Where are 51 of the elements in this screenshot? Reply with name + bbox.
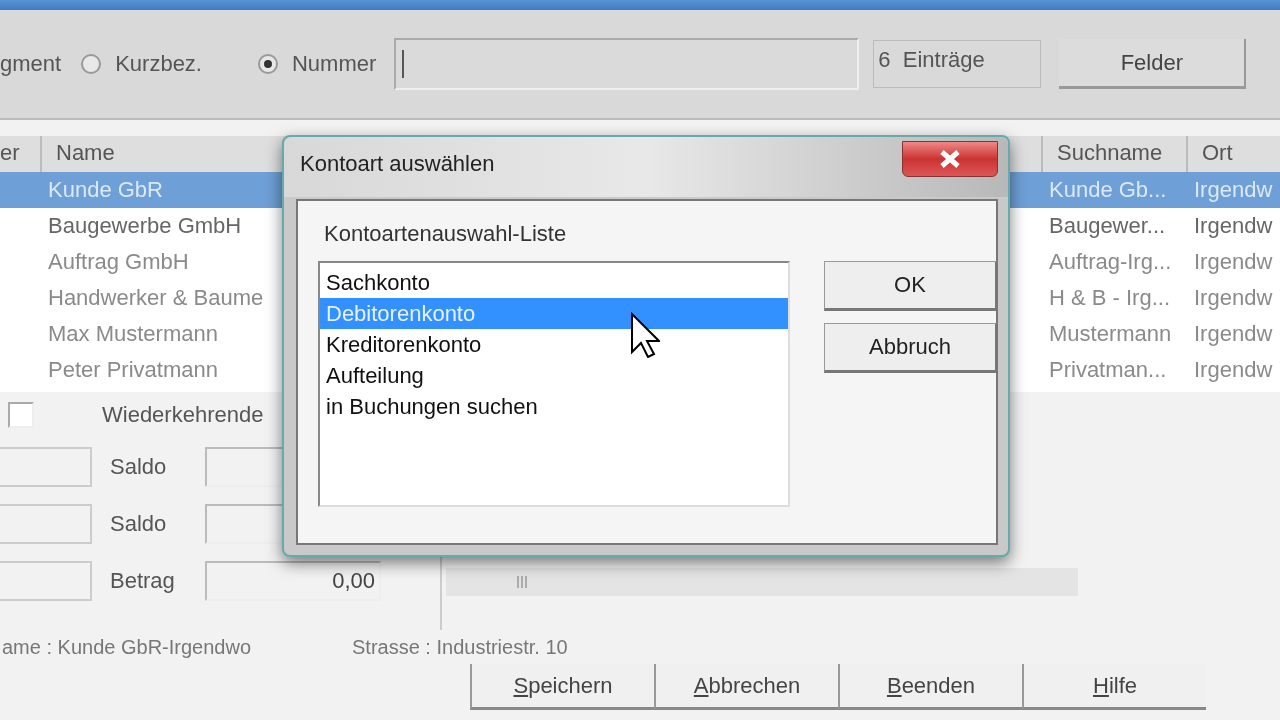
radio-label[interactable]: Kurzbez. [115, 51, 202, 77]
table-cell-text: Irgendw [1193, 177, 1274, 202]
action-button[interactable]: Beenden [838, 664, 1022, 710]
field-label: Saldo [109, 453, 168, 480]
cursor-icon [630, 312, 660, 358]
radio-label[interactable]: Nummer [292, 51, 377, 77]
entry-count: 6 Einträge [873, 40, 1042, 88]
table-cell-text: Kunde Gb... [1048, 177, 1168, 202]
action-button[interactable]: Speichern [470, 664, 654, 710]
column-header[interactable]: Ort [1188, 136, 1280, 172]
table-cell-text: Baugewer... [1048, 213, 1167, 238]
input-field[interactable] [0, 560, 92, 601]
fields-button[interactable]: Felder [1059, 39, 1247, 89]
input-field[interactable]: 0,00 [205, 560, 381, 601]
radio-button[interactable] [81, 54, 102, 74]
list-item[interactable]: Kreditorenkonto [320, 329, 788, 360]
table-cell-text: Irgendw [1193, 285, 1274, 310]
action-button[interactable]: Hilfe [1022, 664, 1206, 710]
close-icon[interactable] [938, 148, 962, 170]
radio-label[interactable]: gment [0, 51, 62, 77]
table-cell-text: Irgendw [1193, 321, 1274, 346]
input-field[interactable] [0, 446, 92, 487]
table-cell-text: Handwerker & Baume [47, 285, 265, 310]
field-label: Betrag [109, 567, 176, 594]
action-button[interactable]: Abbrechen [654, 664, 838, 710]
input-field[interactable] [0, 503, 92, 544]
table-cell-text: Auftrag GmbH [47, 249, 190, 274]
status-text: Strasse : Industriestr. 10 [352, 635, 568, 659]
status-text: ame : Kunde GbR-Irgendwo [1, 635, 253, 659]
table-cell-text: Mustermann [1048, 321, 1173, 346]
table-cell-text: Privatman... [1048, 357, 1168, 382]
table-cell-text: H & B - Irg... [1048, 285, 1172, 310]
number-field[interactable] [394, 38, 860, 90]
radio-button[interactable] [258, 54, 278, 74]
list-item[interactable]: Aufteilung [320, 360, 788, 391]
dialog-button[interactable]: OK [824, 261, 998, 311]
dialog-title: Kontoart auswählen [300, 151, 495, 177]
table-cell-text: Irgendw [1193, 249, 1274, 274]
list-box[interactable]: Sachkonto Debitorenkonto Kreditorenkonto Aufteilung in Buchungen suchen [318, 261, 790, 507]
list-label: Kontoartenauswahl-Liste [324, 221, 567, 247]
close-button[interactable] [902, 141, 998, 177]
table-cell-text: Auftrag-Irg... [1048, 249, 1173, 274]
checkbox-label[interactable]: Wiederkehrende [102, 402, 264, 428]
list-item[interactable]: in Buchungen suchen [320, 391, 788, 422]
dialog-button[interactable]: Abbruch [824, 323, 998, 373]
table-cell-text: Irgendw [1193, 357, 1274, 382]
list-item[interactable]: Sachkonto [320, 267, 788, 298]
checkbox[interactable] [8, 402, 34, 428]
table-cell-text: Irgendw [1193, 213, 1274, 238]
table-cell-text: Kunde GbR [47, 177, 164, 202]
field-label: Saldo [109, 510, 168, 537]
